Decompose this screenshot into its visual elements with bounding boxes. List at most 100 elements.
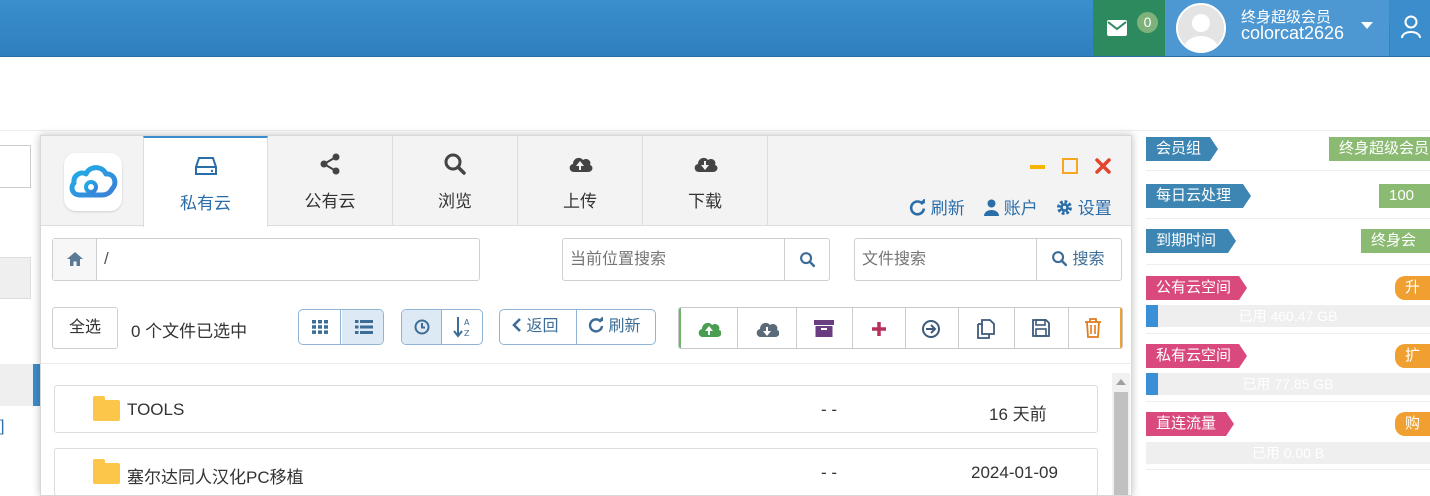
select-all-button[interactable]: 全选 [52, 307, 118, 349]
archive-action-button[interactable] [797, 308, 853, 348]
usage-fill [1146, 373, 1158, 395]
public-space-label: 公有云空间 [1146, 276, 1247, 300]
search-icon [444, 153, 466, 175]
settings-link[interactable]: 设置 [1056, 194, 1112, 219]
path-bar[interactable]: / [52, 238, 480, 281]
message-count-badge: 0 [1137, 12, 1158, 33]
nav-toggle: 返回 刷新 [499, 309, 656, 345]
buy-button[interactable]: 购买 [1395, 412, 1430, 456]
location-search[interactable] [562, 238, 830, 281]
svg-text:Z: Z [464, 329, 470, 338]
file-date: 16 天前 [989, 405, 1047, 424]
tab-label: 浏览 [438, 192, 472, 211]
save-action-button[interactable] [1015, 308, 1069, 348]
folder-icon [93, 459, 120, 484]
daily-quota-value: 100 次 [1379, 184, 1430, 228]
list-view-button[interactable] [342, 310, 383, 344]
divider [1146, 401, 1430, 402]
upload-action-button[interactable] [679, 308, 738, 348]
divider [41, 363, 1131, 364]
scroll-up-icon[interactable] [1116, 379, 1126, 385]
selected-status: 0 个文件已选中 [131, 322, 248, 341]
new-folder-button[interactable] [853, 308, 906, 348]
user-silhouette-icon [1178, 5, 1224, 51]
cloud-upload-icon [698, 322, 721, 337]
trash-icon [1085, 318, 1101, 338]
action-toolbar [678, 307, 1123, 349]
sort-toggle: A Z [401, 309, 483, 345]
svg-text:A: A [464, 318, 470, 327]
file-name: 塞尔达同人汉化PC移植 [127, 468, 304, 487]
tab-upload[interactable]: 上传 [518, 136, 643, 226]
left-input-edge[interactable] [0, 145, 31, 188]
back-button[interactable]: 返回 [500, 310, 577, 344]
grid-view-button[interactable] [299, 310, 341, 344]
divider [1146, 218, 1430, 219]
move-action-button[interactable] [906, 308, 959, 348]
gear-icon [1057, 200, 1072, 215]
refresh-icon [909, 197, 926, 216]
usage-fill [1146, 305, 1158, 327]
file-row[interactable]: TOOLS - - 16 天前 [54, 385, 1098, 433]
user-menu[interactable]: 终身超级会员 colorcat2626 [1165, 0, 1389, 56]
home-icon [67, 252, 83, 266]
sort-by-time-button[interactable] [402, 310, 442, 344]
file-search-input[interactable] [856, 240, 1034, 279]
traffic-label: 直连流量 [1146, 412, 1234, 436]
divider [1146, 264, 1430, 265]
cloud-window: 私有云 公有云 浏览 上传 下载 刷新 账户 设置 / 当前位置搜索 文件搜索 … [40, 135, 1132, 496]
expiry-value: 终身会员 [1361, 229, 1430, 273]
home-button[interactable] [53, 239, 97, 280]
grid-icon [312, 320, 328, 334]
location-search-input[interactable] [564, 240, 783, 279]
view-toggle [298, 309, 384, 345]
search-icon [800, 252, 816, 268]
tab-label: 下载 [688, 192, 722, 211]
user-icon [1401, 15, 1421, 39]
tab-browse[interactable]: 浏览 [393, 136, 518, 226]
scrollbar-thumb[interactable] [1114, 392, 1128, 495]
minimize-button[interactable] [1030, 165, 1045, 169]
search-icon [1052, 251, 1068, 267]
avatar [1176, 3, 1226, 53]
share-icon [320, 153, 340, 175]
traffic-usage: 已用 0.00 B [1146, 442, 1430, 464]
maximize-button[interactable] [1062, 158, 1078, 174]
file-size: - - [821, 463, 838, 482]
upgrade-button[interactable]: 升级 [1395, 276, 1430, 320]
copy-action-button[interactable] [959, 308, 1015, 348]
location-search-button[interactable] [784, 239, 829, 280]
profile-button[interactable] [1390, 0, 1430, 56]
tab-download[interactable]: 下载 [643, 136, 768, 226]
clock-icon [414, 319, 430, 335]
tab-public-cloud[interactable]: 公有云 [268, 136, 393, 226]
divider [1146, 333, 1430, 334]
scrollbar[interactable] [1112, 373, 1130, 495]
cloud-download-icon [694, 157, 718, 172]
refresh-link[interactable]: 刷新 [909, 194, 965, 219]
cloud-download-icon [756, 322, 779, 337]
private-space-label: 私有云空间 [1146, 344, 1247, 368]
left-panel-item-active[interactable] [0, 364, 41, 406]
refresh-button[interactable]: 刷新 [578, 310, 655, 344]
tab-label: 上传 [563, 192, 597, 211]
member-group-value: 终身超级会员 [1329, 137, 1430, 161]
file-search[interactable]: 搜索 [854, 238, 1122, 281]
refresh-icon [588, 316, 604, 333]
delete-action-button[interactable] [1069, 308, 1122, 348]
floppy-disk-icon [1032, 319, 1050, 337]
expand-button[interactable]: 扩容 [1395, 344, 1430, 388]
tab-private-cloud[interactable]: 私有云 [143, 136, 268, 227]
private-space-usage: 已用 77.85 GB [1146, 373, 1430, 395]
close-button[interactable] [1095, 158, 1111, 174]
messages-button[interactable]: 0 [1093, 0, 1165, 56]
file-row[interactable]: 塞尔达同人汉化PC移植 - - 2024-01-09 [54, 448, 1098, 495]
sort-by-name-button[interactable]: A Z [443, 310, 482, 344]
left-panel-item[interactable] [0, 257, 31, 299]
file-search-button[interactable]: 搜索 [1036, 239, 1121, 280]
tab-label: 公有云 [304, 192, 356, 211]
account-link[interactable]: 账户 [984, 194, 1038, 219]
current-path: / [104, 249, 109, 268]
download-action-button[interactable] [738, 308, 797, 348]
username: colorcat2626 [1241, 23, 1345, 43]
